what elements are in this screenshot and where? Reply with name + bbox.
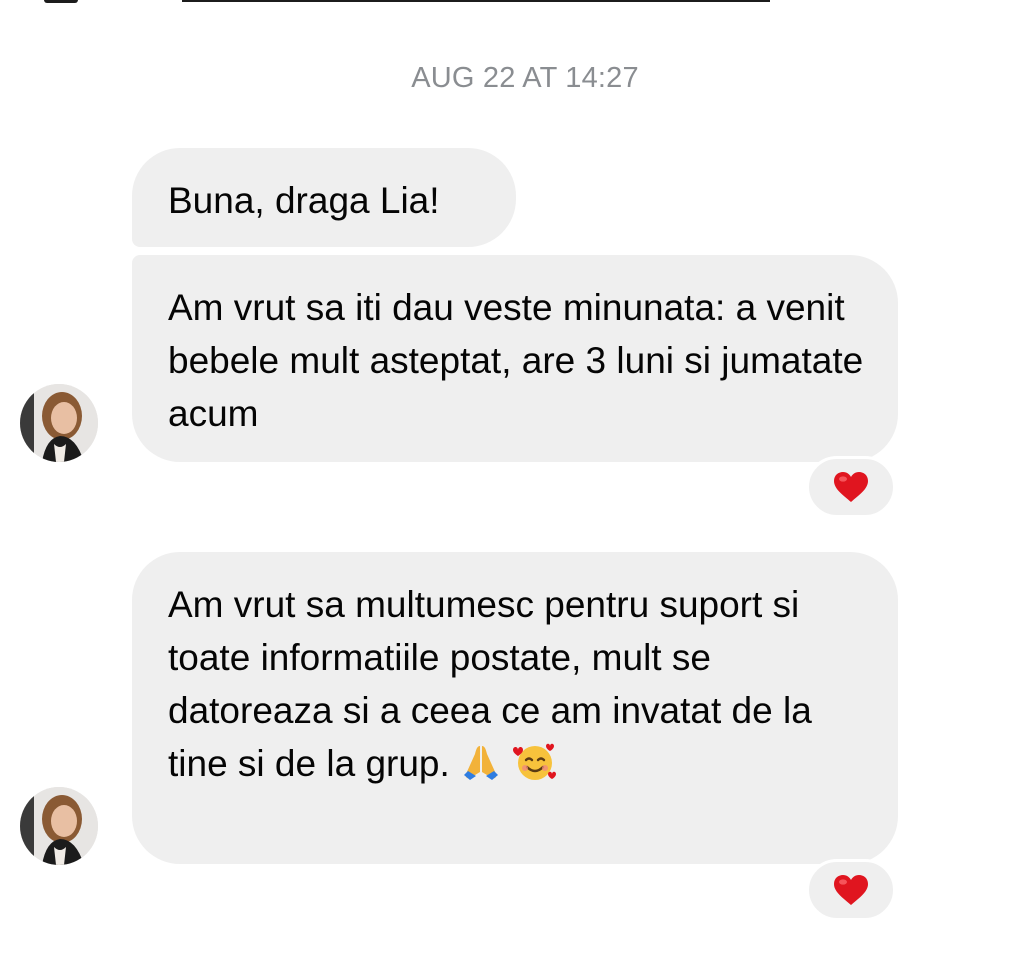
previous-content-edge: [0, 0, 1030, 4]
folded-hands-icon: [460, 742, 502, 796]
message-bubble[interactable]: Am vrut sa multumesc pentru suport si to…: [132, 552, 898, 864]
message-reaction[interactable]: [806, 456, 896, 518]
message-reaction[interactable]: [806, 859, 896, 921]
message-text: Buna, draga Lia!: [168, 180, 440, 221]
message-bubble[interactable]: Am vrut sa iti dau veste minunata: a ven…: [132, 255, 898, 462]
red-heart-icon: [834, 875, 868, 905]
smiling-face-with-hearts-icon: [512, 740, 558, 796]
message-timestamp: AUG 22 AT 14:27: [411, 62, 639, 94]
cropped-divider: [182, 0, 770, 2]
message-bubble[interactable]: Buna, draga Lia!: [132, 148, 516, 247]
cropped-shape: [44, 0, 78, 3]
message-text: Am vrut sa iti dau veste minunata: a ven…: [168, 287, 864, 434]
sender-avatar[interactable]: [20, 384, 98, 462]
red-heart-icon: [834, 472, 868, 502]
sender-avatar[interactable]: [20, 787, 98, 865]
